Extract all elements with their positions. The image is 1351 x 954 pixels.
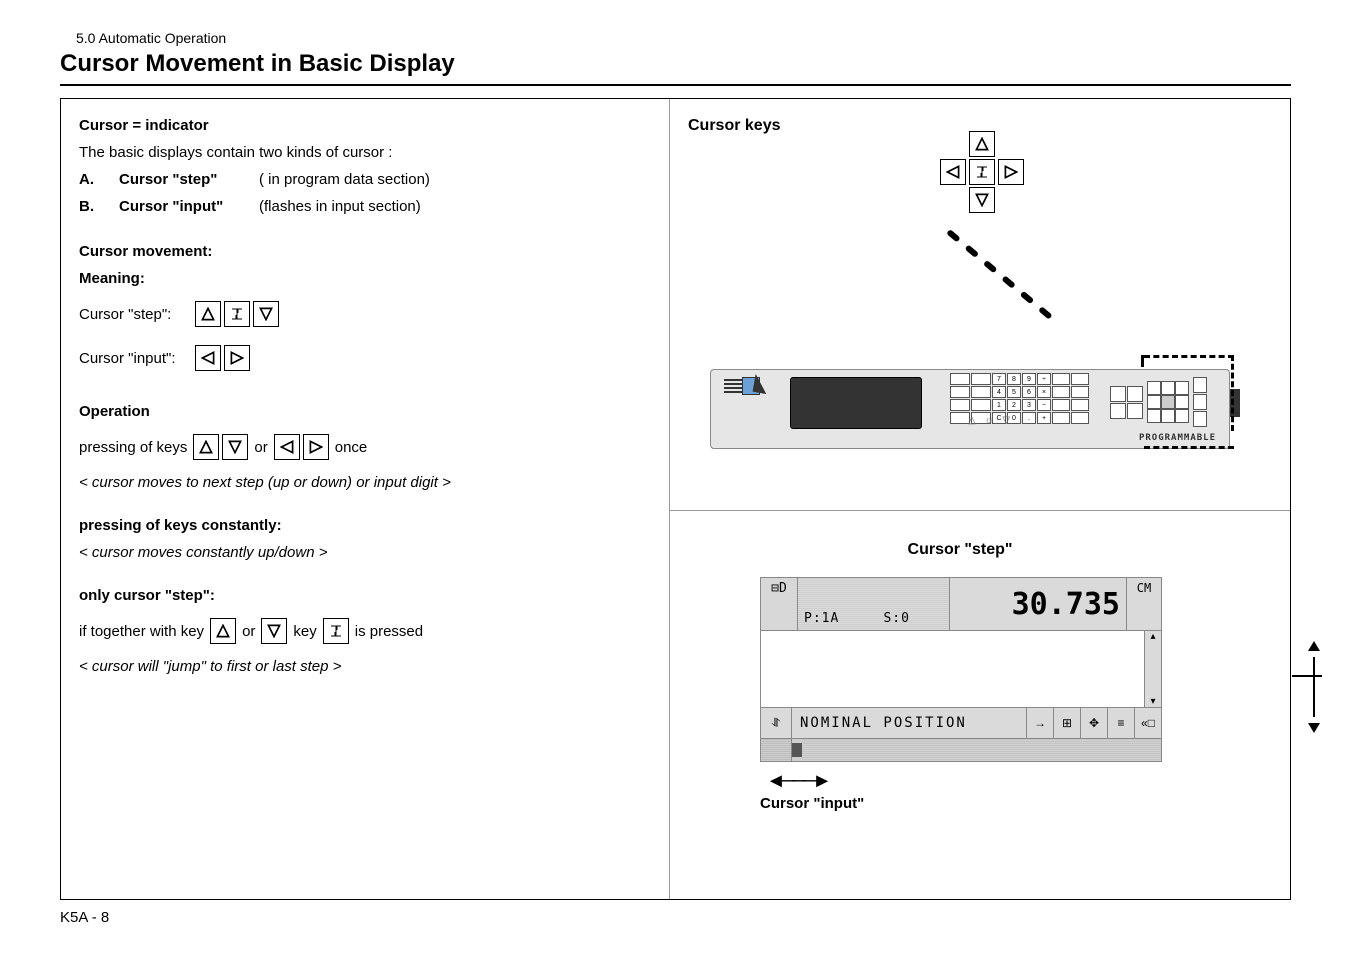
cursor-step-title: Cursor "step" (760, 541, 1160, 559)
footer-btn-icon: «□ (1134, 708, 1161, 738)
once-text: once (335, 439, 368, 456)
only-step-heading: only cursor "step": (79, 587, 651, 604)
or-text: or (254, 439, 267, 456)
left-key-icon (274, 434, 300, 460)
up-key-icon (195, 301, 221, 327)
left-key-icon (195, 345, 221, 371)
footer-btn-icon: → (1026, 708, 1053, 738)
item-b-desc: (flashes in input section) (259, 198, 421, 215)
cursor-input-title: Cursor "input" (760, 795, 1160, 812)
left-right-arrow-icon: ◄───► (766, 770, 1160, 793)
constantly-heading: pressing of keys constantly: (79, 517, 651, 534)
right-key-icon (224, 345, 250, 371)
footer-btn-icon: ✥ (1080, 708, 1107, 738)
brightness-label: △ ☼ ▽ (968, 415, 1013, 426)
page-number: K5A - 8 (60, 909, 109, 926)
item-a-name: Cursor "step" (119, 171, 239, 188)
up-key-icon (193, 434, 219, 460)
left-key-icon (940, 159, 966, 185)
panel-right-keys-icon (1110, 373, 1210, 431)
page-key-icon (323, 618, 349, 644)
item-a-desc: ( in program data section) (259, 171, 430, 188)
cursor-keys-panel: Cursor keys 789÷ 456× (670, 99, 1290, 511)
left-column: Cursor = indicator The basic displays co… (61, 99, 669, 899)
highlight-bracket-icon (1144, 355, 1234, 358)
cursor-movement-heading: Cursor movement: (79, 243, 651, 260)
cursor-key-cluster (940, 129, 1024, 215)
together-text2: key (293, 623, 316, 640)
header-left-cell: ⊟D (761, 578, 798, 630)
intro-text: The basic displays contain two kinds of … (79, 144, 651, 161)
page-key-icon (224, 301, 250, 327)
page-title: Cursor Movement in Basic Display (60, 50, 1291, 86)
item-b-letter: B. (79, 198, 99, 215)
footer-mode-icon: ⥯ (761, 708, 792, 738)
result3-text: < cursor will "jump" to first or last st… (79, 658, 651, 675)
footer-btn-icon: ≡ (1107, 708, 1134, 738)
list-item-b: B. Cursor "input" (flashes in input sect… (79, 198, 651, 215)
meaning-heading: Meaning: (79, 270, 651, 287)
input-cursor-icon (792, 743, 802, 757)
together-text1: if together with key (79, 623, 204, 640)
footer-button-row: → ⊞ ✥ ≡ «□ (1026, 708, 1161, 738)
header-mid-cell: P:1A S:0 (798, 578, 949, 630)
press-once-row: pressing of keys or once (79, 434, 651, 460)
down-key-icon (969, 187, 995, 213)
diagonal-arrow-icon (946, 229, 1053, 320)
right-column: Cursor keys 789÷ 456× (669, 99, 1290, 899)
or-text: or (242, 623, 255, 640)
up-key-icon (210, 618, 236, 644)
item-a-letter: A. (79, 171, 99, 188)
scrollbar-icon: ▴▾ (1145, 631, 1161, 707)
item-b-name: Cursor "input" (119, 198, 239, 215)
section-number: 5.0 Automatic Operation (76, 30, 1291, 46)
pressing-keys-text: pressing of keys (79, 439, 187, 456)
down-key-icon (222, 434, 248, 460)
header-value-cell: 30.735 (949, 578, 1126, 630)
list-item-a: A. Cursor "step" ( in program data secti… (79, 171, 651, 188)
input-row-left (761, 739, 792, 761)
highlight-bracket-icon (1141, 355, 1144, 367)
control-panel-illustration: 789÷ 456× 123− C0.+ △ ☼ ▽ PROGRAMMABLE (710, 359, 1230, 449)
operation-heading: Operation (79, 403, 651, 420)
footer-text: NOMINAL POSITION (792, 708, 1026, 738)
step-label: Cursor "step": (79, 306, 189, 323)
up-down-arrow-icon (1306, 641, 1322, 733)
right-key-icon (998, 159, 1024, 185)
header-unit-cell: CM (1126, 578, 1161, 630)
page-key-icon (969, 159, 995, 185)
highlight-bracket-icon (1231, 355, 1234, 431)
step-keys-row: Cursor "step": (79, 301, 651, 327)
is-pressed-text: is pressed (355, 623, 423, 640)
down-key-icon (253, 301, 279, 327)
footer-btn-icon: ⊞ (1053, 708, 1080, 738)
result1-text: < cursor moves to next step (up or down)… (79, 474, 651, 491)
right-key-icon (303, 434, 329, 460)
display-body (761, 631, 1145, 707)
down-key-icon (261, 618, 287, 644)
input-label: Cursor "input": (79, 350, 189, 367)
highlight-bracket-icon (1144, 446, 1234, 449)
result2-text: < cursor moves constantly up/down > (79, 544, 651, 561)
input-keys-row: Cursor "input": (79, 345, 651, 371)
up-key-icon (969, 131, 995, 157)
logo-icon (724, 375, 764, 401)
content-frame: Cursor = indicator The basic displays co… (60, 98, 1291, 900)
display-screen: ⊟D P:1A S:0 30.735 CM ▴▾ ⥯ NOMINAL POSI (760, 577, 1162, 762)
together-row: if together with key or key is pressed (79, 618, 651, 644)
input-row-rest (802, 739, 1161, 761)
cursor-indicator-heading: Cursor = indicator (79, 117, 651, 134)
display-example-panel: Cursor "step" ⊟D P:1A S:0 30.735 CM ▴▾ (670, 511, 1290, 899)
programmable-label: PROGRAMMABLE (1139, 433, 1216, 443)
panel-screen-icon (790, 377, 922, 429)
